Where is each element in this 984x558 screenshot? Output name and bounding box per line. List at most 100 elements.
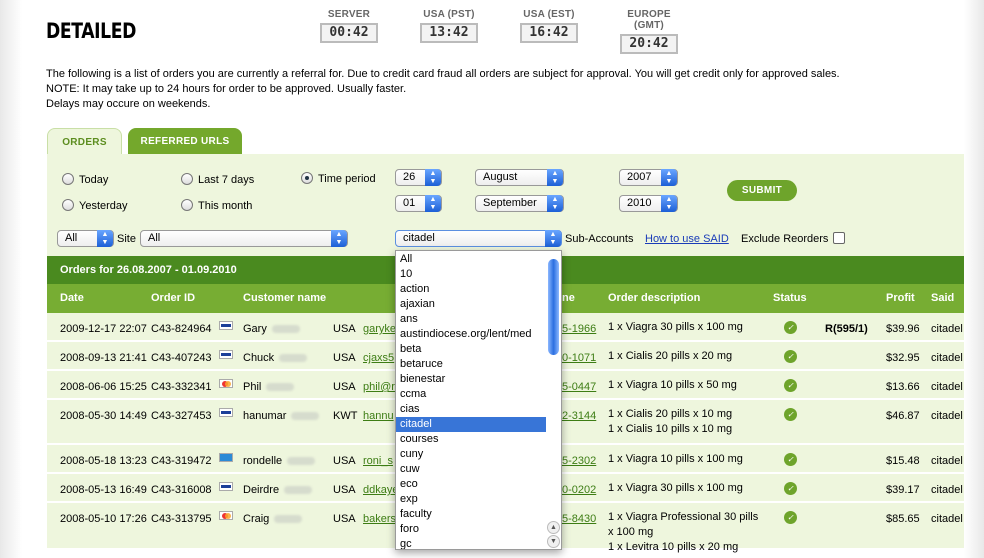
said-select[interactable]: citadel ▲ ▼ [395,230,562,247]
dropdown-option[interactable]: cuw [396,462,546,477]
exclude-reorders-checkbox[interactable] [833,232,845,244]
dropdown-option[interactable]: citadel [396,417,546,432]
clock-time: 13:42 [420,23,478,43]
dropdown-option[interactable]: ajaxian [396,297,546,312]
customer-phone-link[interactable]: 5-2302 [562,455,596,467]
scroll-up-icon[interactable]: ▲ [547,521,560,534]
dropdown-option[interactable]: action [396,282,546,297]
clock-usa-est: USA (EST) 16:42 [514,9,584,43]
order-profit: $85.65 [886,513,920,525]
dropdown-option[interactable]: foro [396,522,546,537]
customer-phone-link[interactable]: 5-8430 [562,513,596,525]
from-year-select[interactable]: 2007 ▲ ▼ [619,169,678,186]
dropdown-option[interactable]: All [396,252,546,267]
dropdown-option[interactable]: gc [396,537,546,549]
from-day-select[interactable]: 26 ▲ ▼ [395,169,442,186]
col-order-description[interactable]: Order description [608,284,700,313]
visa-card-icon [219,321,233,330]
dropdown-option[interactable]: ccma [396,387,546,402]
order-item: 1 x Viagra 30 pills x 100 mg [608,321,743,333]
customer-first-name: hanumar [243,410,287,422]
radio-this-month[interactable]: This month [181,198,252,212]
dropdown-option[interactable]: exp [396,492,546,507]
intro-line: The following is a list of orders you ar… [46,68,840,80]
tab-referred-urls[interactable]: REFERRED URLS [128,128,242,155]
customer-email-link[interactable]: cjaxs5 [363,352,394,364]
said-dropdown-list[interactable]: All 10 action ajaxian ans austindiocese.org/l… [395,250,562,550]
select-value: 2010 [627,197,652,209]
order-description: 1 x Viagra 30 pills x 100 mg [608,320,743,335]
order-item: 1 x Levitra 10 pills x 20 mg [608,541,739,553]
dropdown-option[interactable]: faculty [396,507,546,522]
customer-email-link[interactable]: ddkaye [363,484,398,496]
updown-arrow-icon: ▲ ▼ [661,195,677,212]
dropdown-option[interactable]: cias [396,402,546,417]
site-select[interactable]: All ▲ ▼ [140,230,348,247]
customer-email-link[interactable]: bakers [363,513,396,525]
select-value: All [65,232,78,244]
customer-phone-link[interactable]: 0-1071 [562,352,596,364]
dropdown-option[interactable]: courses [396,432,546,447]
customer-email-link[interactable]: roni_s [363,455,393,467]
order-date: 2008-05-18 13:23 [60,455,147,467]
customer-phone-link[interactable]: 0-0202 [562,484,596,496]
redacted-name [287,457,316,466]
order-id: C43-313795 [151,513,212,525]
submit-button[interactable]: SUBMIT [727,180,797,201]
col-profit[interactable]: Profit [886,284,915,313]
updown-arrow-icon: ▲ ▼ [547,195,563,212]
dropdown-option[interactable]: cuny [396,447,546,462]
visa-card-icon [219,482,233,491]
customer-email-link[interactable]: phil@r [363,381,395,393]
scroll-down-icon[interactable]: ▼ [547,535,560,548]
dropdown-option[interactable]: ans [396,312,546,327]
customer-country: USA [333,484,356,496]
order-description: 1 x Cialis 20 pills x 10 mg 1 x Cialis 10… [608,407,732,437]
approved-check-icon: ✓ [784,453,797,466]
radio-today[interactable]: Today [62,172,108,186]
scrollbar-thumb[interactable] [548,259,559,355]
radio-time-period[interactable]: Time period [301,170,376,185]
col-status[interactable]: Status [773,284,807,313]
radio-last-7-days[interactable]: Last 7 days [181,172,254,186]
to-year-select[interactable]: 2010 ▲ ▼ [619,195,678,212]
order-said: citadel [931,513,963,525]
order-profit: $13.66 [886,381,920,393]
dropdown-option[interactable]: bienestar [396,372,546,387]
clock-time: 20:42 [620,34,678,54]
customer-email-link[interactable]: garyke [363,323,396,335]
to-day-select[interactable]: 01 ▲ ▼ [395,195,442,212]
customer-phone-link[interactable]: 5-1966 [562,323,596,335]
col-phone[interactable]: ne [562,284,575,313]
select-value: citadel [403,232,435,244]
customer-phone-link[interactable]: 2-3144 [562,410,596,422]
radio-yesterday[interactable]: Yesterday [62,198,128,212]
col-said[interactable]: Said [931,284,954,313]
dropdown-option[interactable]: eco [396,477,546,492]
dropdown-option[interactable]: betaruce [396,357,546,372]
dropdown-scrollbar[interactable]: ▲ ▼ [547,253,560,548]
customer-first-name: Phil [243,381,262,393]
radio-dot [62,173,74,185]
order-date: 2008-09-13 21:41 [60,352,147,364]
customer-email-link[interactable]: hannu [363,410,394,422]
to-month-select[interactable]: September ▲ ▼ [475,195,564,212]
col-date[interactable]: Date [60,284,84,313]
col-order-id[interactable]: Order ID [151,284,195,313]
type-select[interactable]: All ▲ ▼ [57,230,114,247]
col-customer-name[interactable]: Customer name [243,284,326,313]
dropdown-option[interactable]: 10 [396,267,546,282]
redacted-name [284,486,313,495]
clock-label: USA (PST) [423,9,475,20]
dropdown-option[interactable]: austindiocese.org/lent/med [396,327,546,342]
clock-time: 16:42 [520,23,578,43]
customer-phone-link[interactable]: 5-0447 [562,381,596,393]
customer-first-name: rondelle [243,455,283,467]
tab-orders[interactable]: ORDERS [47,128,122,155]
customer-country: USA [333,455,356,467]
dropdown-option[interactable]: beta [396,342,546,357]
from-month-select[interactable]: August ▲ ▼ [475,169,564,186]
how-to-use-said-link[interactable]: How to use SAID [645,233,729,245]
order-item: 1 x Viagra 10 pills x 100 mg [608,453,743,465]
customer-name: Gary [243,323,300,335]
